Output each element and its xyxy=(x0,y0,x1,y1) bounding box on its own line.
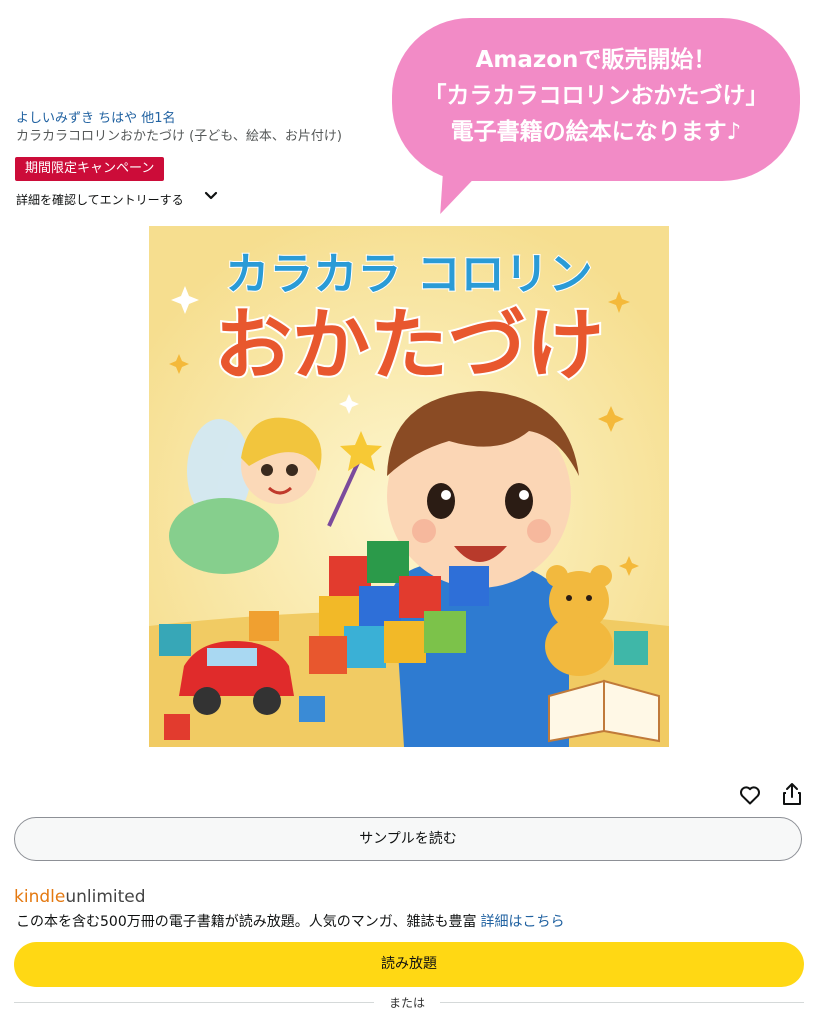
campaign-entry-link[interactable]: 詳細を確認してエントリーする xyxy=(16,191,184,208)
ku-details-link[interactable]: 詳細はこちら xyxy=(480,914,564,930)
read-unlimited-button[interactable]: 読み放題 xyxy=(14,942,804,987)
chevron-down-icon[interactable] xyxy=(203,188,219,204)
divider-right xyxy=(440,1002,804,1003)
cover-illustration: カラカラ コロリン おかたづけ xyxy=(149,226,669,747)
promo-line-1: Amazonで販売開始！ xyxy=(475,47,717,73)
book-cover-image[interactable]: カラカラ コロリン おかたづけ xyxy=(149,226,669,747)
ku-logo-kindle: kindle xyxy=(14,887,66,907)
or-separator-label: または xyxy=(388,996,425,1010)
kindle-unlimited-logo: kindleunlimited xyxy=(14,887,146,907)
campaign-badge: 期間限定キャンペーン xyxy=(15,157,165,181)
heart-icon[interactable] xyxy=(738,783,762,807)
read-sample-button[interactable]: サンプルを読む xyxy=(14,817,802,861)
share-icon[interactable] xyxy=(781,781,803,807)
promo-line-3: 電子書籍の絵本になります♪ xyxy=(450,119,742,145)
ku-logo-unlimited: unlimited xyxy=(65,887,146,907)
book-title: カラカラコロリンおかたづけ (子ども、絵本、お片付け) xyxy=(16,129,342,144)
promo-text: Amazonで販売開始！ 「カラカラコロリンおかたづけ」 電子書籍の絵本になりま… xyxy=(392,42,800,150)
cover-title-line-2: おかたづけ xyxy=(214,301,604,391)
cover-title-line-1: カラカラ コロリン xyxy=(225,249,592,300)
ku-description-text: この本を含む500万冊の電子書籍が読み放題。人気のマンガ、雑誌も豊富 xyxy=(16,914,477,930)
promo-line-2: 「カラカラコロリンおかたづけ」 xyxy=(423,83,769,109)
ku-description: この本を含む500万冊の電子書籍が読み放題。人気のマンガ、雑誌も豊富 詳細はこちら xyxy=(16,911,564,931)
author-link[interactable]: よしいみずき ちはや 他1名 xyxy=(16,107,176,126)
divider-left xyxy=(14,1002,374,1003)
